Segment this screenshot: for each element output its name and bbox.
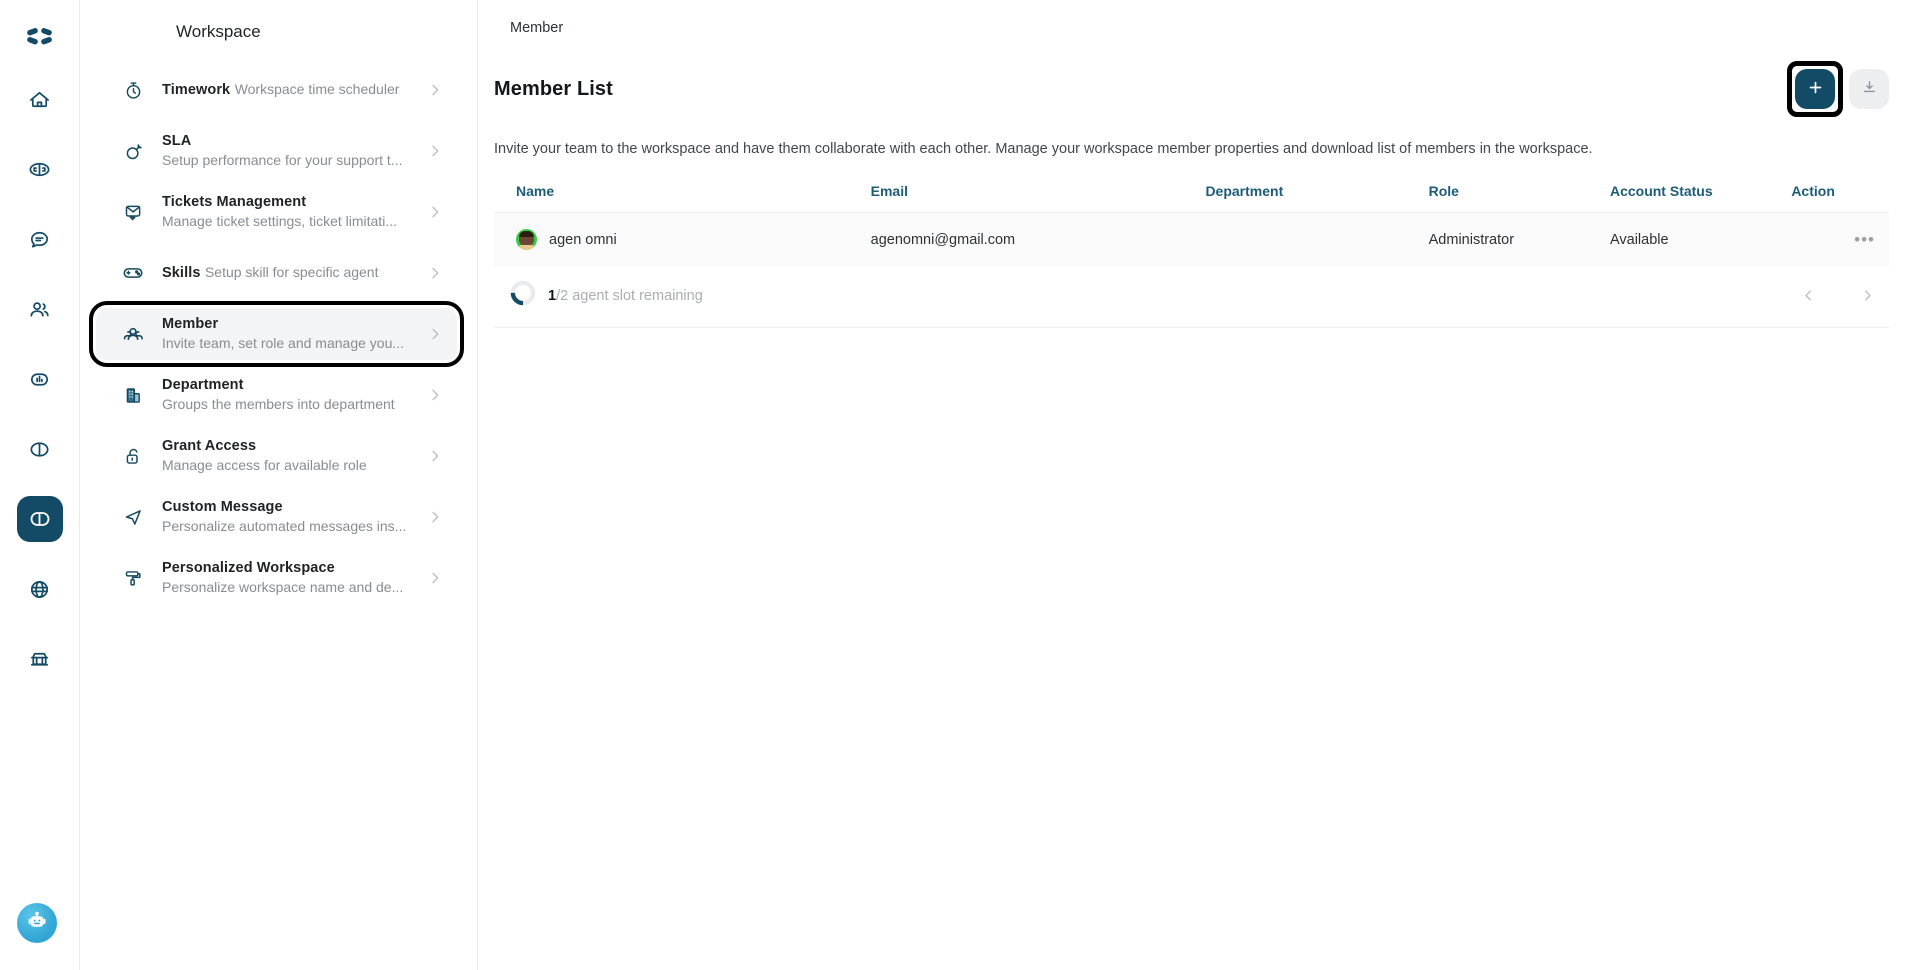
rail-item-marketplace[interactable] [17,636,63,682]
panel-item-title: Grant Access [162,438,257,454]
panel-item-department[interactable]: Department Groups the members into depar… [96,369,457,421]
row-action-menu-button[interactable]: ••• [1854,230,1875,249]
chevron-right-icon [425,326,445,342]
panel-item-title: Custom Message [162,499,283,515]
rail-item-home[interactable] [17,76,63,122]
panel-item-subtitle: Groups the members into department [162,396,395,412]
member-name: agen omni [549,231,617,248]
page-title: Member List [494,77,613,100]
chevron-right-icon [425,509,445,525]
table-row[interactable]: agen omni agenomni@gmail.com Administrat… [494,212,1889,267]
rail-item-workspace-inactive[interactable] [17,426,63,472]
column-header-action: Action [1791,183,1889,213]
panel-item-member[interactable]: Member Invite team, set role and manage … [89,301,464,367]
building-icon [118,385,148,406]
chevron-right-icon [425,82,445,98]
rail-item-globe[interactable] [17,566,63,612]
panel-item-subtitle: Workspace time scheduler [234,81,400,97]
panel-item-title: Skills [162,265,201,281]
panel-item-title: Member [162,316,219,332]
cell-email: agenomni@gmail.com [870,231,1016,248]
panel-item-timework[interactable]: Timework Workspace time scheduler [96,64,457,116]
panel-item-custom-message[interactable]: Custom Message Personalize automated mes… [96,491,457,543]
panel-item-title: Department [162,377,244,393]
chatbot-button[interactable] [17,903,57,943]
column-header-department[interactable]: Department [1205,183,1429,213]
cell-name: agen omni [494,213,871,267]
send-icon [118,507,148,528]
panel-item-subtitle: Setup skill for specific agent [204,264,379,280]
column-header-account-status[interactable]: Account Status [1609,183,1792,213]
chevron-right-icon [425,265,445,281]
cell-department [1205,213,1428,267]
table-footer: 1/2 agent slot remaining [494,266,1889,328]
download-members-button[interactable] [1849,69,1889,109]
chevron-right-icon [425,143,445,159]
add-member-button[interactable] [1795,69,1835,109]
panel-item-sla[interactable]: SLA Setup performance for your support t… [96,125,457,177]
plus-icon [1807,79,1824,99]
panel-item-title: Tickets Management [162,194,307,210]
panel-item-grant-access[interactable]: Grant Access Manage access for available… [96,430,457,482]
cell-action: ••• [1791,213,1889,267]
paint-roller-icon [118,568,148,589]
pagination-next-button[interactable] [1860,288,1875,303]
pagination [1801,288,1875,303]
gamepad-icon [118,262,148,284]
agent-slot-info: 1/2 agent slot remaining [510,280,703,311]
table-header-row: Name Email Department Role Account Statu… [494,183,1889,213]
panel-item-subtitle: Personalize automated messages ins... [162,518,407,534]
workspace-settings-panel: Workspace Timework Workspace time schedu… [80,0,478,970]
rail-item-inbox[interactable] [17,146,63,192]
app-root: Workspace Timework Workspace time schedu… [0,0,1919,970]
cell-role: Administrator [1428,231,1515,248]
panel-item-subtitle: Invite team, set role and manage you... [162,335,405,351]
chevron-right-icon [425,448,445,464]
panel-item-personalized-workspace[interactable]: Personalized Workspace Personalize works… [96,552,457,604]
panel-item-title: Timework [162,82,231,98]
agent-slot-used: 1 [548,287,557,304]
avatar [516,229,537,250]
column-header-email[interactable]: Email [870,183,1206,213]
slot-donut-chart [510,280,536,311]
people-icon [118,323,148,346]
panel-item-subtitle: Personalize workspace name and de... [162,579,404,595]
rail-item-chat[interactable] [17,216,63,262]
download-icon [1861,79,1878,99]
page-description: Invite your team to the workspace and ha… [494,141,1593,157]
page-title-row: Member List [494,61,1889,117]
panel-item-subtitle: Setup performance for your support t... [162,152,403,168]
page-actions [1787,61,1889,117]
rail-item-contacts[interactable] [17,286,63,332]
cell-account-status: Available [1609,231,1669,248]
agent-slot-rest: /2 agent slot remaining [556,287,703,304]
column-header-role[interactable]: Role [1428,183,1610,213]
chevron-right-icon [425,387,445,403]
chevron-right-icon [425,570,445,586]
panel-item-title: Personalized Workspace [162,560,335,576]
panel-item-title: SLA [162,133,192,149]
unlock-icon [118,446,148,467]
column-header-name[interactable]: Name [494,183,871,213]
chevron-right-icon [425,204,445,220]
panel-item-list: Timework Workspace time scheduler SLA Se… [80,64,477,604]
members-table: Name Email Department Role Account Statu… [494,183,1889,266]
rail-item-analytics[interactable] [17,356,63,402]
stopwatch-icon [118,80,148,101]
panel-item-subtitle: Manage access for available role [162,457,367,473]
pagination-prev-button[interactable] [1801,288,1816,303]
add-member-highlight [1787,61,1843,117]
panel-item-subtitle: Manage ticket settings, ticket limitati.… [162,213,397,229]
app-logo [18,14,62,58]
agent-slot-text: 1/2 agent slot remaining [548,288,703,304]
panel-item-skills[interactable]: Skills Setup skill for specific agent [96,247,457,299]
panel-title: Workspace [176,22,261,41]
panel-item-tickets-management[interactable]: Tickets Management Manage ticket setting… [96,186,457,238]
main-content: Member Member List Invite your team to t… [478,0,1919,970]
target-icon [118,141,148,162]
icon-rail [0,0,80,970]
ticket-envelope-icon [118,202,148,223]
rail-item-workspace-settings[interactable] [16,496,63,542]
breadcrumb: Member [510,20,564,36]
